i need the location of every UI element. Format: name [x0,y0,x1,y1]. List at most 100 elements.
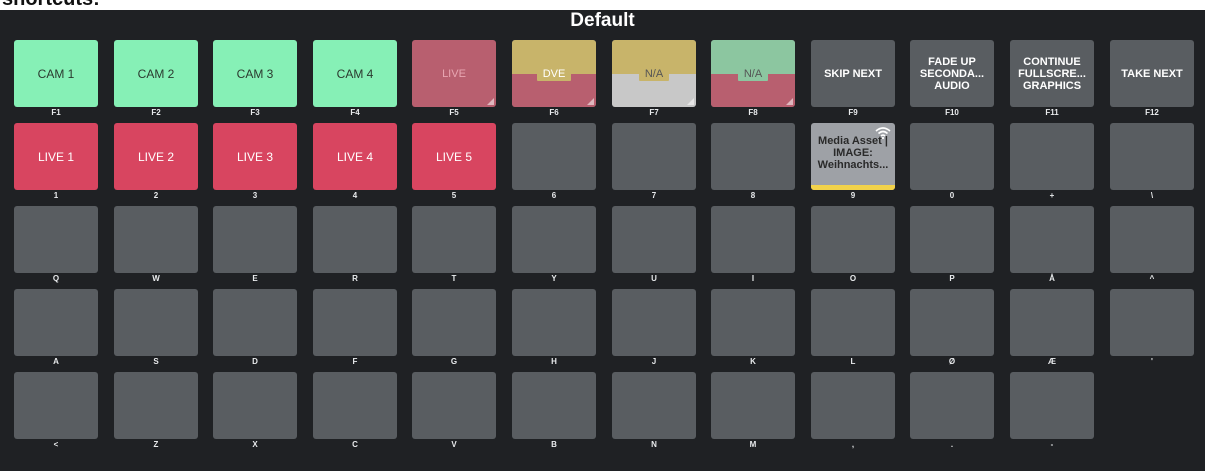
shortcut-cell: ^ [1110,206,1194,284]
shortcut-cell: CAM 4 F4 [313,40,397,118]
shortcut-button-take-next[interactable]: TAKE NEXT [1110,40,1194,107]
key-label: LIVE [442,67,466,80]
shortcut-button-empty[interactable] [612,372,696,439]
key-caption: 0 [949,191,955,200]
key-label: DVE [536,66,572,81]
shortcut-button-empty[interactable] [412,206,496,273]
shortcut-button-empty[interactable] [1010,206,1094,273]
key-caption: V [451,440,457,449]
shortcut-button-empty[interactable] [1010,372,1094,439]
shortcut-button-continue-fullscre-graphics[interactable]: CONTINUE FULLSCRE... GRAPHICS [1010,40,1094,107]
shortcut-button-live-3[interactable]: LIVE 3 [213,123,297,190]
shortcut-button-cam-2[interactable]: CAM 2 [114,40,198,107]
shortcut-button-empty[interactable] [114,289,198,356]
shortcut-button-empty[interactable] [114,372,198,439]
shortcut-button-empty[interactable] [313,206,397,273]
key-caption: F3 [250,108,260,117]
shortcut-button-empty[interactable] [1010,123,1094,190]
shortcut-button-empty[interactable] [811,206,895,273]
shortcut-button-empty[interactable] [512,372,596,439]
shortcut-button-cam-4[interactable]: CAM 4 [313,40,397,107]
shortcut-button-empty[interactable] [612,289,696,356]
shortcut-button-empty[interactable] [1110,289,1194,356]
shortcut-cell: LIVE 2 2 [114,123,198,201]
shortcut-cell: 8 [711,123,795,201]
shortcut-button-n-a[interactable]: N/A [612,40,696,107]
shortcut-button-empty[interactable] [512,123,596,190]
shortcut-button-empty[interactable] [512,206,596,273]
shortcut-cell: CAM 1 F1 [14,40,98,118]
shortcut-button-empty[interactable] [14,372,98,439]
key-caption: , [851,440,855,449]
shortcut-cell: \ [1110,123,1194,201]
key-caption: 9 [850,191,856,200]
key-caption: Q [52,274,60,283]
shortcut-button-empty[interactable] [711,289,795,356]
shortcut-button-empty[interactable] [910,372,994,439]
key-caption: F4 [350,108,360,117]
shortcut-cell: L [811,289,895,367]
shortcut-button-empty[interactable] [910,123,994,190]
shortcut-cell: W [114,206,198,284]
key-caption: Æ [1048,357,1056,366]
shortcut-button-live-4[interactable]: LIVE 4 [313,123,397,190]
shortcut-cell: D [213,289,297,367]
shortcut-button-empty[interactable] [512,289,596,356]
shortcut-button-empty[interactable] [1110,123,1194,190]
shortcut-button-cam-1[interactable]: CAM 1 [14,40,98,107]
corner-indicator-icon [487,98,494,105]
shortcut-button-empty[interactable] [811,372,895,439]
media-progress-bar [811,185,895,190]
shortcut-button-empty[interactable] [14,289,98,356]
shortcut-button-skip-next[interactable]: SKIP NEXT [811,40,895,107]
key-caption: Ø [948,357,956,366]
key-caption: E [252,274,258,283]
shortcut-button-empty[interactable] [412,372,496,439]
shortcut-button-empty[interactable] [711,123,795,190]
shortcut-button-empty[interactable] [612,123,696,190]
key-caption: H [551,357,557,366]
key-caption: I [751,274,755,283]
key-label: LIVE 1 [37,149,75,164]
shortcut-button-empty[interactable] [910,289,994,356]
shortcut-cell: - [1010,372,1094,450]
shortcut-button-empty[interactable] [612,206,696,273]
shortcut-cell: V [412,372,496,450]
shortcut-button-media-asset-image-weihnachts[interactable]: Media Asset | IMAGE: Weihnachts... [811,123,895,190]
shortcut-button-n-a[interactable]: N/A [711,40,795,107]
shortcut-cell: Media Asset | IMAGE: Weihnachts... 9 [811,123,895,201]
shortcut-cell: N [612,372,696,450]
shortcut-cell: F [313,289,397,367]
key-caption: F6 [549,108,559,117]
key-caption: A [53,357,59,366]
shortcut-button-empty[interactable] [14,206,98,273]
shortcut-button-live[interactable]: LIVE [412,40,496,107]
shortcut-button-empty[interactable] [213,289,297,356]
shortcut-cell: LIVE F5 [412,40,496,118]
key-label: N/A [737,66,769,81]
key-caption: K [750,357,756,366]
key-caption: W [152,274,160,283]
shortcut-button-fade-up-seconda-audio[interactable]: FADE UP SECONDA... AUDIO [910,40,994,107]
shortcut-button-empty[interactable] [313,372,397,439]
shortcut-button-empty[interactable] [1010,289,1094,356]
shortcut-button-live-1[interactable]: LIVE 1 [14,123,98,190]
shortcut-button-empty[interactable] [213,206,297,273]
shortcut-button-empty[interactable] [114,206,198,273]
shortcut-button-dve[interactable]: DVE [512,40,596,107]
key-caption: - [1050,440,1054,449]
shortcut-button-empty[interactable] [711,206,795,273]
shortcut-button-empty[interactable] [213,372,297,439]
shortcut-button-live-2[interactable]: LIVE 2 [114,123,198,190]
shortcut-button-live-5[interactable]: LIVE 5 [412,123,496,190]
shortcut-button-empty[interactable] [1110,206,1194,273]
key-caption: F11 [1045,108,1059,117]
shortcut-button-empty[interactable] [910,206,994,273]
shortcut-button-empty[interactable] [412,289,496,356]
shortcut-button-empty[interactable] [313,289,397,356]
shortcut-button-empty[interactable] [811,289,895,356]
key-caption: Å [1049,274,1055,283]
shortcut-button-empty[interactable] [711,372,795,439]
key-caption: \ [1150,191,1154,200]
shortcut-button-cam-3[interactable]: CAM 3 [213,40,297,107]
